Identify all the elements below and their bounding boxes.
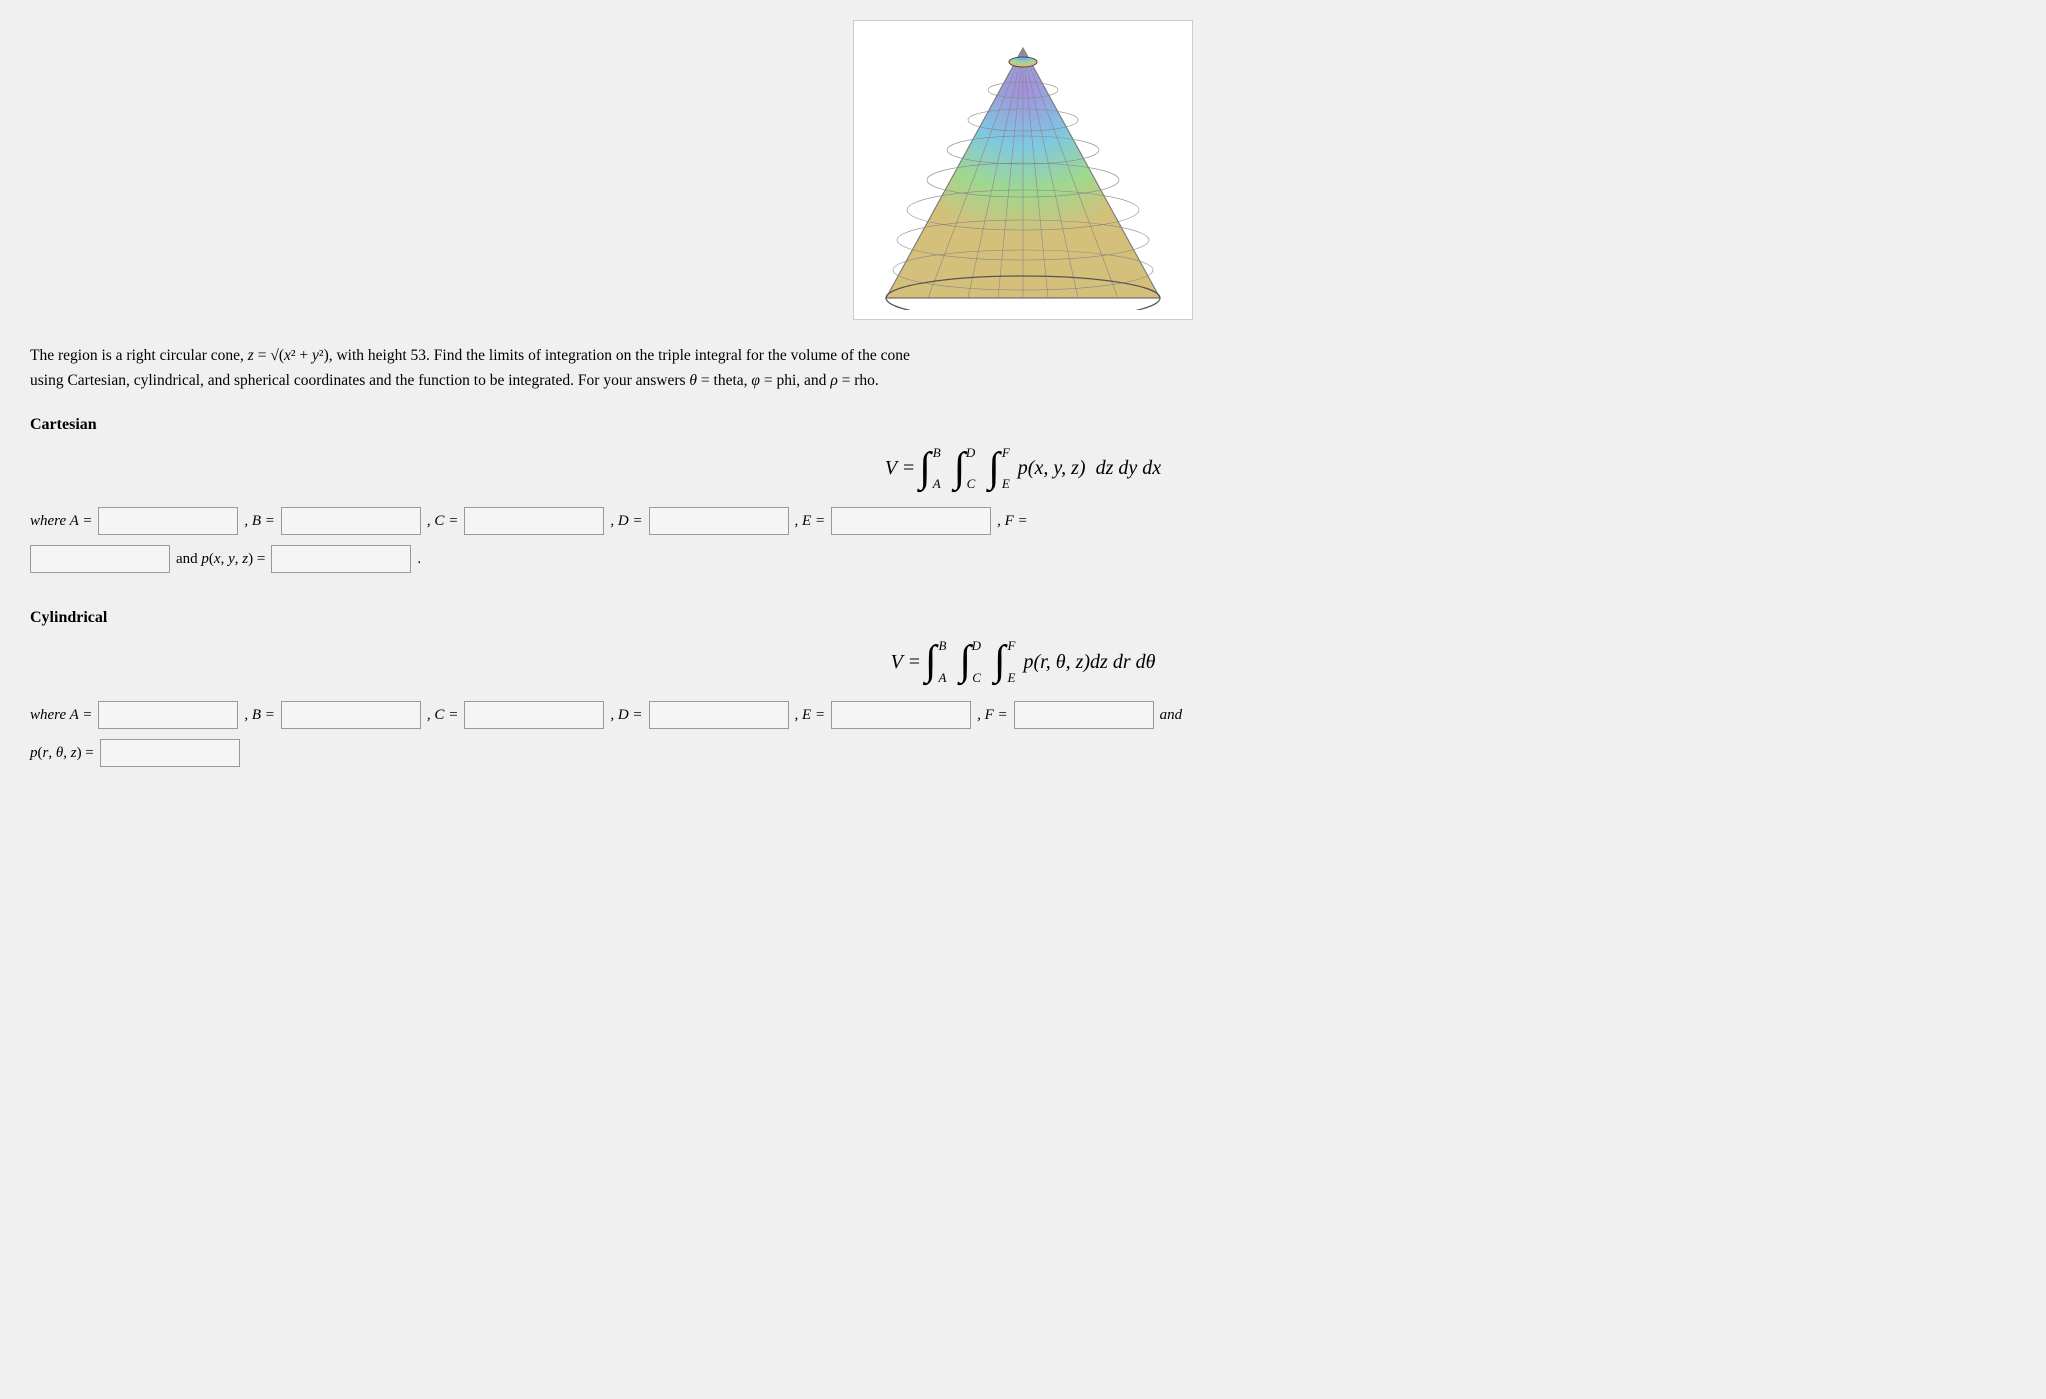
problem-text-line2: using Cartesian, cylindrical, and spheri…: [30, 372, 879, 389]
cartesian-input-p[interactable]: [271, 545, 411, 573]
cyl-input-B[interactable]: [281, 701, 421, 729]
cyl-input-E[interactable]: [831, 701, 971, 729]
cyl-input-C[interactable]: [464, 701, 604, 729]
cylindrical-title: Cylindrical: [30, 609, 2016, 627]
cylindrical-integrand-display: p(r, θ, z)dz dr dθ: [1023, 651, 1155, 674]
problem-statement: The region is a right circular cone, z =…: [30, 344, 1030, 394]
cartesian-second-row: and p(x, y, z) = .: [30, 545, 2016, 573]
cylindrical-second-row: p(r, θ, z) =: [30, 739, 2016, 767]
cyl-input-F[interactable]: [1014, 701, 1154, 729]
cyl-and-label: and: [1160, 707, 1183, 724]
cartesian-title: Cartesian: [30, 416, 2016, 434]
cylindrical-inputs-row: where A = , B = , C = , D = , E = , F = …: [30, 701, 2016, 729]
cylindrical-section: Cylindrical V = ∫ B A ∫ D C ∫ F E p(r, θ…: [30, 609, 2016, 767]
cyl-E-label: , E =: [795, 707, 826, 724]
cartesian-section: Cartesian V = ∫ B A ∫ D C ∫ F E p(x, y, …: [30, 416, 2016, 574]
cartesian-D-label: , D =: [610, 513, 642, 530]
cyl-F-label: , F =: [977, 707, 1008, 724]
cartesian-input-D[interactable]: [649, 507, 789, 535]
cyl-integral-2: ∫ D C: [959, 643, 971, 681]
cyl-D-label: , D =: [610, 707, 642, 724]
cyl-integral-1: ∫ B A: [925, 643, 937, 681]
cartesian-and-label: and p(x, y, z) =: [176, 551, 265, 568]
cartesian-C-label: , C =: [427, 513, 458, 530]
cyl-C-label: , C =: [427, 707, 458, 724]
v-equals: V =: [885, 457, 915, 480]
cone-image: [853, 20, 1193, 320]
cyl-p-label: p(r, θ, z) =: [30, 745, 94, 762]
cyl-where-label: where A =: [30, 707, 92, 724]
cartesian-integrand-display: p(x, y, z) dz dy dx: [1018, 457, 1161, 480]
cyl-input-D[interactable]: [649, 701, 789, 729]
cartesian-input-A[interactable]: [98, 507, 238, 535]
cartesian-input-F[interactable]: [30, 545, 170, 573]
integral-2: ∫ D C: [954, 450, 966, 488]
cone-image-section: [30, 20, 2016, 320]
cartesian-input-E[interactable]: [831, 507, 991, 535]
cylindrical-formula: V = ∫ B A ∫ D C ∫ F E p(r, θ, z)dz dr dθ: [30, 643, 2016, 681]
cartesian-E-label: , E =: [795, 513, 826, 530]
cartesian-where-label: where A =: [30, 513, 92, 530]
cyl-input-p[interactable]: [100, 739, 240, 767]
cartesian-F-label: , F =: [997, 513, 1028, 530]
cyl-v-equals: V =: [891, 651, 921, 674]
cartesian-input-C[interactable]: [464, 507, 604, 535]
cyl-integral-3: ∫ F E: [994, 643, 1006, 681]
cartesian-formula: V = ∫ B A ∫ D C ∫ F E p(x, y, z) dz dy d…: [30, 450, 2016, 488]
integral-1: ∫ B A: [919, 450, 931, 488]
integral-3: ∫ F E: [988, 450, 1000, 488]
cyl-B-label: , B =: [244, 707, 275, 724]
cartesian-period: .: [417, 551, 421, 568]
cartesian-inputs-row: where A = , B = , C = , D = , E = , F =: [30, 507, 2016, 535]
cartesian-B-label: , B =: [244, 513, 275, 530]
cone-svg: [868, 30, 1178, 310]
cyl-input-A[interactable]: [98, 701, 238, 729]
problem-text-line1: The region is a right circular cone, z =…: [30, 347, 910, 364]
cartesian-input-B[interactable]: [281, 507, 421, 535]
